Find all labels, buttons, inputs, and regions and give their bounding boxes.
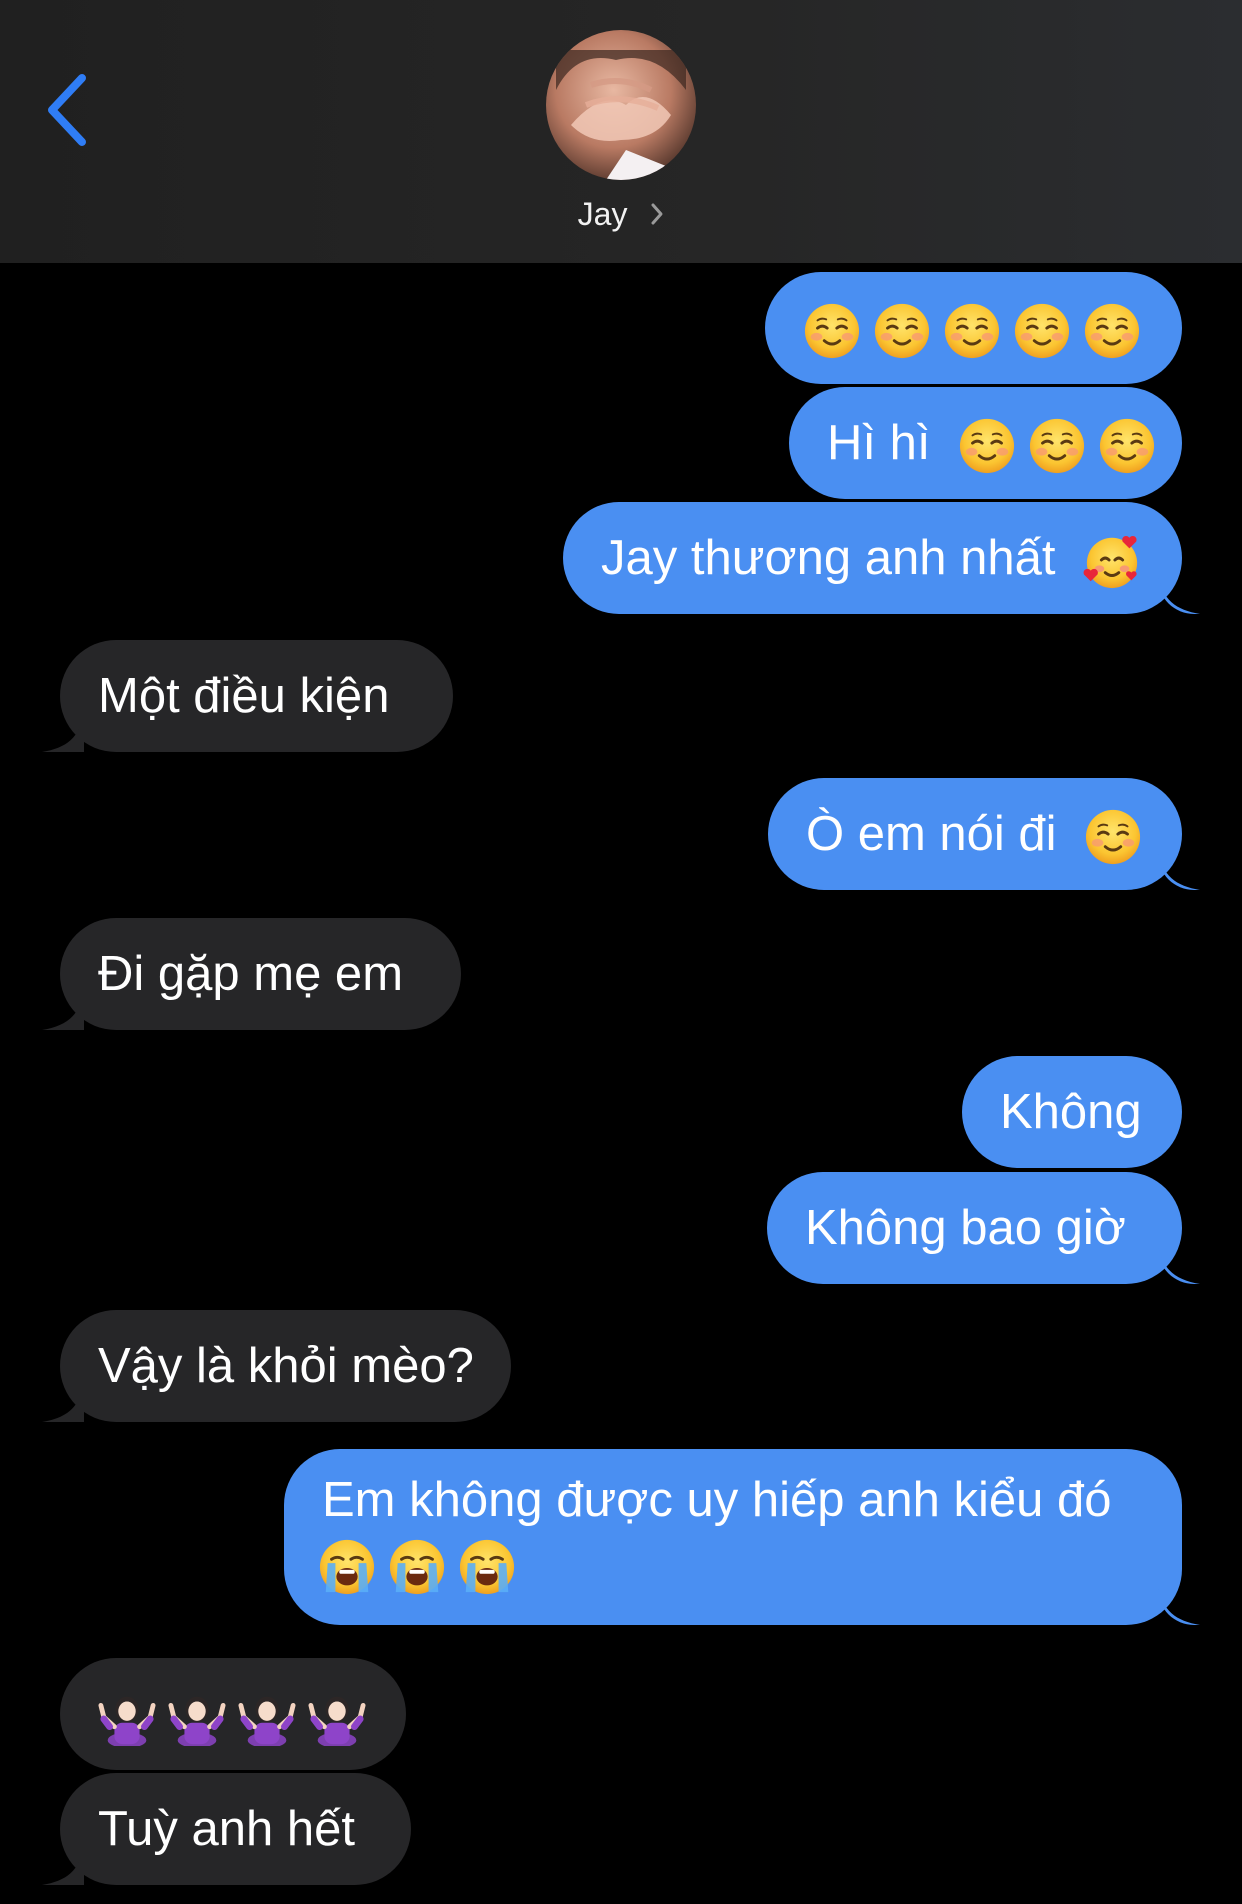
sent-message[interactable]: Không bao giờ [767, 1172, 1182, 1284]
message-thread: Hì hì Jay thương anh nhất Một điều kiện … [0, 263, 1242, 1904]
message-text: Hì hì [827, 416, 931, 470]
sent-message[interactable]: Hì hì [789, 387, 1182, 499]
sent-message[interactable]: Ò em nói đi [768, 778, 1182, 890]
avatar[interactable] [546, 30, 696, 180]
contact-name: Jay [577, 196, 628, 232]
person-shrugging-icon [98, 1688, 156, 1746]
message-text: Jay thương anh nhất [601, 531, 1056, 585]
contact-name-row[interactable]: Jay [0, 190, 1242, 238]
smiling-face-icon [958, 417, 1016, 475]
received-message[interactable]: Một điều kiện [60, 640, 453, 752]
message-text: Không bao giờ [805, 1201, 1126, 1255]
received-message[interactable]: Đi gặp mẹ em [60, 918, 461, 1030]
chevron-left-icon [48, 74, 86, 146]
smiling-face-icon [1013, 302, 1071, 360]
person-shrugging-icon [308, 1688, 366, 1746]
smiling-face-icon [1084, 808, 1142, 866]
message-text: Một điều kiện [98, 669, 390, 723]
message-text: Ò em nói đi [806, 807, 1057, 861]
smiling-face-icon [873, 302, 931, 360]
smiling-face-icon [1098, 417, 1156, 475]
avatar-photo [546, 30, 696, 180]
smiling-face-icon [803, 302, 861, 360]
sent-message[interactable]: Em không được uy hiếp anh kiểu đó [284, 1449, 1182, 1625]
back-button[interactable] [40, 70, 100, 150]
smiling-face-icon [943, 302, 1001, 360]
message-text: Em không được uy hiếp anh kiểu đó [322, 1473, 1112, 1527]
received-message[interactable]: Vậy là khỏi mèo? [60, 1310, 511, 1422]
message-text: Vậy là khỏi mèo? [98, 1339, 474, 1393]
smiling-face-icon [1083, 302, 1141, 360]
message-text: Đi gặp mẹ em [98, 947, 404, 1001]
received-message[interactable] [60, 1658, 406, 1770]
message-text: Không [1000, 1085, 1142, 1139]
smiling-face-with-hearts-icon [1083, 532, 1141, 590]
smiling-face-icon [1028, 417, 1086, 475]
loudly-crying-face-icon [388, 1538, 446, 1596]
sent-message[interactable]: Không [962, 1056, 1182, 1168]
loudly-crying-face-icon [458, 1538, 516, 1596]
person-shrugging-icon [238, 1688, 296, 1746]
sent-message[interactable] [765, 272, 1182, 384]
received-message[interactable]: Tuỳ anh hết [60, 1773, 411, 1885]
sent-message[interactable]: Jay thương anh nhất [563, 502, 1182, 614]
person-shrugging-icon [168, 1688, 226, 1746]
conversation-header: Jay [0, 0, 1242, 263]
loudly-crying-face-icon [318, 1538, 376, 1596]
chevron-right-icon [651, 203, 663, 225]
message-text: Tuỳ anh hết [98, 1802, 355, 1856]
